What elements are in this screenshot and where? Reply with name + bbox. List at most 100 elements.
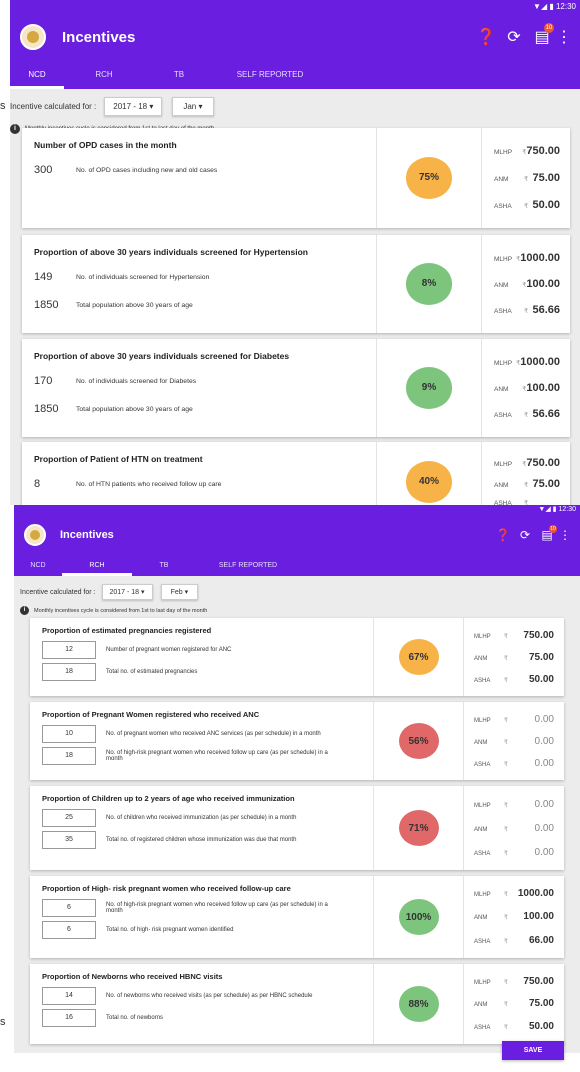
year-dropdown-2[interactable]: 2017 - 18 ▾ xyxy=(101,584,153,600)
role-label: ANM xyxy=(474,655,488,662)
metric-label: No. of individuals screened for Hyperten… xyxy=(76,273,210,281)
edge-text: s xyxy=(0,100,6,112)
app-logo xyxy=(20,24,46,50)
metric-input[interactable]: 6 xyxy=(42,899,96,917)
role-label: ASHA xyxy=(474,761,491,768)
incentive-amounts: MLHP ₹750.00 ANM ₹75.00 ASHA ₹50.00 xyxy=(464,618,564,696)
role-label: MLHP xyxy=(474,892,491,899)
role-label: ASHA xyxy=(474,1025,491,1032)
metric-input[interactable]: 16 xyxy=(42,1009,96,1027)
card-main: Proportion of Pregnant Women registered … xyxy=(30,702,374,780)
role-label: ASHA xyxy=(494,202,512,210)
app-title: Incentives xyxy=(62,28,136,46)
tab-ncd[interactable]: NCD xyxy=(10,61,64,89)
percentage-cell: 8% xyxy=(377,235,482,333)
month-value-2: Feb xyxy=(170,589,183,596)
metric-row: 170 No. of individuals screened for Diabe… xyxy=(34,375,364,387)
status-bar: ▼◢ ▮ 12:30 xyxy=(10,0,580,13)
card-title: Proportion of above 30 years individuals… xyxy=(34,247,308,257)
edge-text-2: s xyxy=(0,1016,6,1028)
card-title: Proportion of above 30 years individuals… xyxy=(34,351,290,361)
amount-anm: ANM ₹100.00 xyxy=(494,382,560,394)
metric-input[interactable]: 14 xyxy=(42,987,96,1005)
notifications-icon-2[interactable]: ▤ 10 xyxy=(536,525,558,542)
tab-tb[interactable]: TB xyxy=(144,61,214,89)
metric-input[interactable]: 18 xyxy=(42,663,96,681)
percentage-circle: 56% xyxy=(398,723,439,759)
month-dropdown-2[interactable]: Feb ▾ xyxy=(160,584,199,600)
metric-label: No. of pregnant women who received ANC s… xyxy=(106,731,321,737)
incentive-card: Proportion of estimated pregnancies regi… xyxy=(30,618,564,696)
role-label: ANM xyxy=(474,739,488,746)
role-label: MLHP xyxy=(474,717,491,724)
tab-self-reported[interactable]: SELF REPORTED xyxy=(214,61,326,89)
year-dropdown[interactable]: 2017 - 18 ▾ xyxy=(104,97,163,116)
amount-value: 66.00 xyxy=(528,934,554,946)
percentage-cell: 67% xyxy=(374,618,464,696)
notifications-icon[interactable]: ▤ 10 xyxy=(528,23,556,47)
status-time-2: 12:30 xyxy=(558,506,576,513)
metric-value: 149 xyxy=(34,271,53,283)
metric-row: 300 No. of OPD cases including new and ol… xyxy=(34,164,364,176)
year-value-2: 2017 - 18 xyxy=(109,589,140,596)
metric-label: Total no. of estimated pregnancies xyxy=(106,669,198,675)
card-title: Proportion of estimated pregnancies regi… xyxy=(42,626,212,635)
amount-value: 50.00 xyxy=(528,1021,554,1033)
role-label: ASHA xyxy=(494,308,512,315)
metric-row: 1850 Total population above 30 years of a… xyxy=(34,299,364,311)
help-icon-2[interactable]: ❓ xyxy=(492,528,514,542)
metric-row: 8 No. of HTN patients who received follow… xyxy=(34,478,364,490)
amount-mlhp: MLHP ₹1000.00 xyxy=(474,888,554,899)
metric-input[interactable]: 18 xyxy=(42,747,96,765)
incentive-card: Proportion of Children up to 2 years of … xyxy=(30,786,564,870)
tab-self-reported-2[interactable]: SELF REPORTED xyxy=(196,555,300,576)
metric-label: No. of OPD cases including new and old c… xyxy=(76,166,218,174)
metric-label: No. of individuals screened for Diabetes xyxy=(76,377,197,385)
month-value: Jan xyxy=(183,102,197,111)
tab-rch-2[interactable]: RCH xyxy=(62,555,132,576)
tab-rch[interactable]: RCH xyxy=(64,61,144,89)
metric-row: 149 No. of individuals screened for Hyper… xyxy=(34,271,364,283)
role-label: ANM xyxy=(474,1002,488,1009)
incentive-card: Number of OPD cases in the month 300 No. o… xyxy=(22,128,570,228)
filter-row-2: Incentive calculated for : 2017 - 18 ▾ F… xyxy=(14,576,580,600)
amount-value: 0.00 xyxy=(534,822,554,834)
app-logo-2 xyxy=(24,524,46,546)
sync-icon[interactable]: ⟳ xyxy=(500,27,528,47)
incentive-amounts: MLHP ₹1000.00 ANM ₹100.00 ASHA ₹56.66 xyxy=(482,235,570,333)
metric-input[interactable]: 6 xyxy=(42,921,96,939)
save-button[interactable]: SAVE xyxy=(502,1041,564,1060)
info-icon: i xyxy=(10,124,20,134)
metric-input[interactable]: 35 xyxy=(42,831,96,849)
amount-value: 50.00 xyxy=(528,673,554,685)
amount-anm: ANM ₹0.00 xyxy=(474,736,554,747)
tab-ncd-2[interactable]: NCD xyxy=(14,555,62,576)
amount-value: 75.00 xyxy=(532,477,560,490)
metric-label: No. of high-risk pregnant women who rece… xyxy=(106,902,328,914)
metric-input[interactable]: 12 xyxy=(42,641,96,659)
incentive-amounts: MLHP ₹0.00 ANM ₹0.00 ASHA ₹0.00 xyxy=(464,702,564,780)
amount-asha: ASHA ₹56.66 xyxy=(494,408,560,420)
role-label: MLHP xyxy=(494,360,513,367)
overflow-menu-icon-2[interactable]: ⋮ xyxy=(558,528,572,542)
metric-label: Number of pregnant women registered for … xyxy=(106,647,232,653)
tab-tb-2[interactable]: TB xyxy=(132,555,196,576)
overflow-menu-icon[interactable]: ⋮ xyxy=(556,27,572,47)
incentive-card: Proportion of above 30 years individuals… xyxy=(22,235,570,333)
role-label: MLHP xyxy=(494,460,513,468)
metric-input[interactable]: 10 xyxy=(42,725,96,743)
metric-label: No. of children who received immunizatio… xyxy=(106,815,297,821)
amount-value: 750.00 xyxy=(523,629,554,641)
sync-icon-2[interactable]: ⟳ xyxy=(514,528,536,542)
metric-input[interactable]: 25 xyxy=(42,809,96,827)
help-icon[interactable]: ❓ xyxy=(472,27,500,47)
metric-label: Total population above 30 years of age xyxy=(76,405,193,413)
amount-value: 50.00 xyxy=(532,198,560,211)
notification-badge-2: 10 xyxy=(549,525,557,533)
card-main: Number of OPD cases in the month 300 No. o… xyxy=(22,128,377,228)
amount-value: 0.00 xyxy=(534,735,554,747)
amount-mlhp: MLHP ₹1000.00 xyxy=(494,356,560,368)
role-label: MLHP xyxy=(494,256,513,263)
metric-label: No. of high-risk pregnant women who rece… xyxy=(106,750,328,762)
month-dropdown[interactable]: Jan ▾ xyxy=(172,97,214,116)
